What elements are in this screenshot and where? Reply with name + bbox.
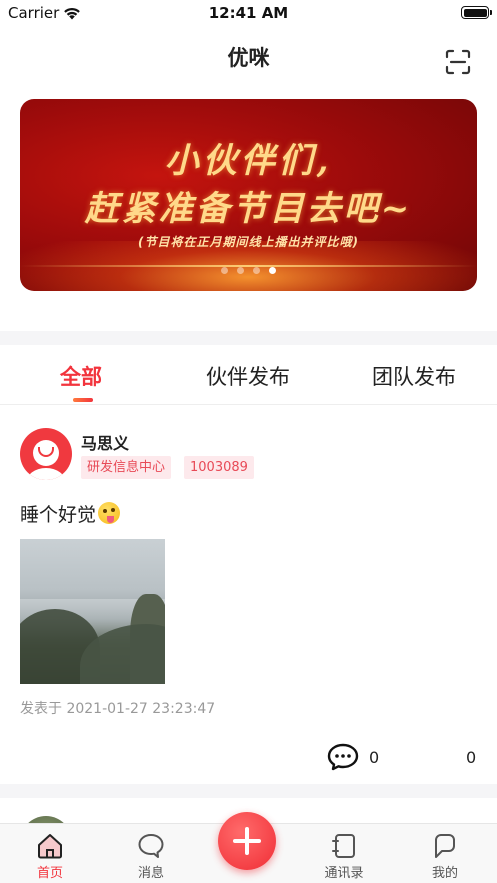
tabbar-label: 通讯录	[324, 866, 364, 881]
tabbar-item-profile[interactable]: 我的	[405, 824, 485, 883]
employee-id-badge: 1003089	[184, 456, 254, 479]
tab-all[interactable]: 全部	[60, 361, 102, 391]
section-divider	[0, 784, 497, 798]
banner-headline-1: 小伙伴们,	[164, 141, 333, 181]
profile-icon	[435, 834, 455, 858]
contacts-icon	[332, 834, 355, 858]
carousel-dot[interactable]	[237, 267, 244, 274]
tabbar-item-messages[interactable]: 消息	[111, 824, 191, 883]
banner-subtitle: (节目将在正月期间线上播出并评比哦)	[138, 235, 359, 249]
tab-partner-posts[interactable]: 伙伴发布	[206, 361, 290, 391]
carousel-dot[interactable]	[253, 267, 260, 274]
tabbar-label: 首页	[36, 866, 63, 881]
carousel-dots	[20, 267, 477, 274]
section-divider	[0, 331, 497, 345]
scan-icon[interactable]	[444, 48, 472, 76]
message-icon	[138, 834, 164, 858]
banner-headline-2: 赶紧准备节目去吧~	[84, 189, 413, 229]
post-author-name[interactable]: 马思义	[81, 430, 129, 454]
avatar[interactable]	[20, 428, 72, 480]
comment-count: 0	[369, 748, 380, 767]
post-timestamp: 发表于 2021-01-27 23:23:47	[20, 701, 216, 717]
feed-post[interactable]: 马思义 研发信息中心 1003089 睡个好觉 发表于 2021-01-27 2…	[0, 406, 497, 784]
tabbar-label: 我的	[431, 866, 458, 881]
department-badge: 研发信息中心	[81, 456, 172, 479]
comment-icon[interactable]	[327, 743, 359, 771]
add-post-button[interactable]	[218, 812, 276, 870]
post-text-content: 睡个好觉	[20, 504, 97, 526]
status-bar: Carrier 12:41 AM	[0, 0, 497, 28]
avatar-body	[26, 468, 66, 480]
carousel-dot-active[interactable]	[269, 267, 276, 274]
tab-team-posts[interactable]: 团队发布	[372, 361, 456, 391]
home-icon	[38, 834, 62, 859]
tab-indicator	[73, 398, 93, 402]
banner-carousel[interactable]: 小伙伴们, 赶紧准备节目去吧~ (节目将在正月期间线上播出并评比哦)	[20, 99, 477, 291]
tabbar-item-home[interactable]: 首页	[10, 824, 90, 883]
post-image[interactable]	[20, 539, 165, 684]
page-title: 优咪	[227, 46, 270, 70]
tabbar-label: 消息	[137, 866, 164, 881]
post-text: 睡个好觉	[20, 500, 121, 527]
like-count: 0	[466, 748, 477, 767]
carousel-dot[interactable]	[221, 267, 228, 274]
feed-tabs: 全部 伙伴发布 团队发布	[0, 345, 497, 405]
tongue-out-emoji-icon	[98, 502, 121, 524]
tabbar-item-contacts[interactable]: 通讯录	[304, 824, 384, 883]
battery-icon	[461, 6, 492, 19]
status-time: 12:41 AM	[208, 4, 289, 22]
